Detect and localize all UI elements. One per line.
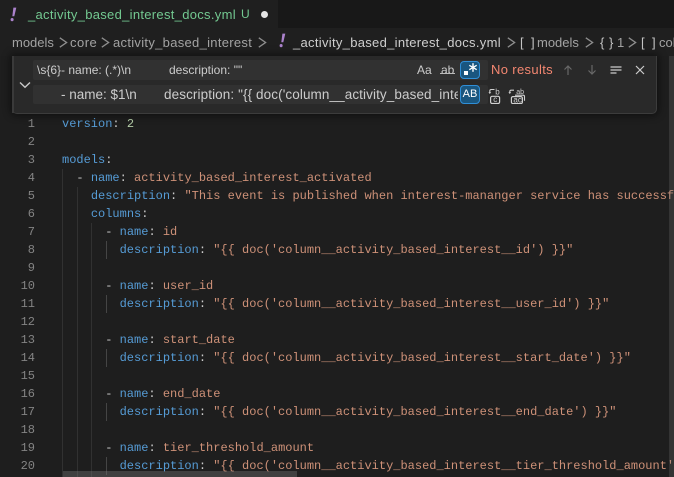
svg-text:ac: ac — [513, 95, 521, 104]
svg-text:c: c — [493, 95, 497, 104]
